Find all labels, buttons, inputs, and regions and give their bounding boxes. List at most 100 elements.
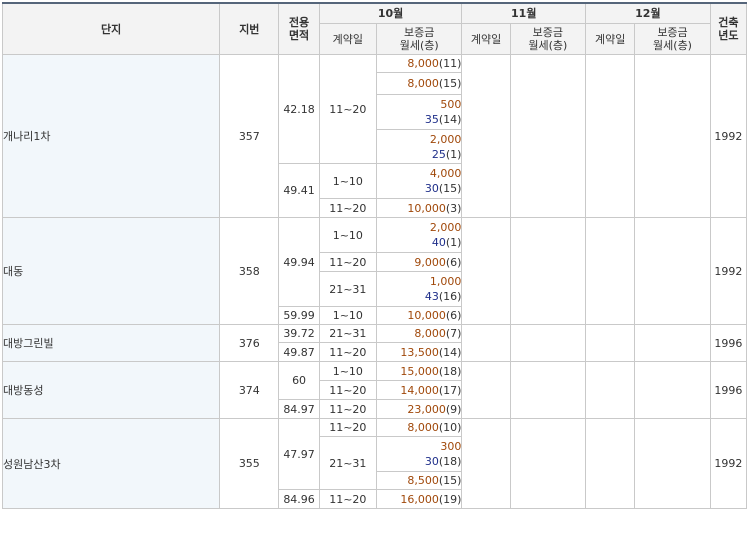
floor-number: (19) <box>438 492 462 506</box>
monthly-rent: 35 <box>424 113 439 126</box>
floor-number: (6) <box>445 309 462 322</box>
table-row: 개나리1차 357 42.18 11~20 8,000(11) 1992 <box>1 54 748 218</box>
empty-deposit-rent-cell-12 <box>634 217 711 325</box>
floor-number: (1) <box>445 147 462 161</box>
deposit-rent-cell: 10,000(3) <box>375 198 463 218</box>
contract-date-cell: 21~31 <box>318 271 377 307</box>
floor-number: (1) <box>445 236 462 249</box>
built-year-cell: 1996 <box>709 324 748 362</box>
deposit-rent-cell: 23,000(9) <box>375 399 463 419</box>
deposit-amount: 15,000 <box>400 364 439 378</box>
floor-number: (14) <box>438 113 462 126</box>
deposit-amount: 300 <box>440 440 462 453</box>
deposit-line: 8,000(7) <box>377 326 461 341</box>
table-row: 대동 358 49.94 1~10 2,000 40(1) 1992 <box>1 217 748 325</box>
area-cell: 42.18 <box>278 54 320 164</box>
contract-date-cell: 11~20 <box>318 198 377 218</box>
deposit-amount: 14,000 <box>400 383 439 397</box>
monthly-rent: 30 <box>424 455 439 468</box>
deposit-rent-cell: 8,000(15) <box>375 72 463 95</box>
deposit-rent-cell: 500 35(14) <box>375 94 463 130</box>
area-cell: 84.97 <box>278 399 320 419</box>
lot-number-cell: 358 <box>219 217 280 325</box>
lot-number-cell: 374 <box>219 361 280 419</box>
col-header-deposit-rent-11: 보증금 월세(층) <box>509 23 587 55</box>
area-cell: 49.94 <box>278 217 320 307</box>
contract-date-cell: 11~20 <box>318 342 377 362</box>
deposit-amount: 8,000 <box>414 327 446 340</box>
floor-number: (16) <box>438 290 462 303</box>
floor-number: (18) <box>438 455 462 468</box>
table-row: 대방동성 374 60 1~10 15,000(18) 1996 <box>1 361 748 419</box>
rent-line: 35(14) <box>377 112 462 127</box>
col-header-month-11: 11월 <box>461 2 587 24</box>
deposit-amount: 10,000 <box>407 201 446 215</box>
col-header-month-12: 12월 <box>585 2 711 24</box>
contract-date-cell: 11~20 <box>318 252 377 272</box>
rent-line: 30(15) <box>377 181 462 196</box>
lot-number-cell: 355 <box>219 418 280 509</box>
deposit-amount: 8,000 <box>407 77 439 90</box>
contract-date-cell: 11~20 <box>318 380 377 400</box>
deposit-line: 15,000(18) <box>377 364 461 379</box>
col-header-deposit-rent-12: 보증금 월세(층) <box>634 23 711 55</box>
contract-date-cell: 11~20 <box>318 399 377 419</box>
deposit-line: 13,500(14) <box>377 345 461 360</box>
empty-deposit-rent-cell-12 <box>634 361 711 419</box>
area-cell: 59.99 <box>278 306 320 325</box>
built-year-cell: 1992 <box>709 418 748 509</box>
monthly-rent: 25 <box>431 147 446 161</box>
monthly-rent: 40 <box>431 236 446 249</box>
rent-line: 25(1) <box>377 147 462 162</box>
deposit-rent-cell: 8,000(7) <box>375 324 463 343</box>
deposit-rent-cell: 4,000 30(15) <box>375 163 463 199</box>
deposit-amount: 16,000 <box>400 492 439 506</box>
deposit-rent-cell: 14,000(17) <box>375 380 463 400</box>
deposit-rent-cell: 8,000(10) <box>375 418 463 437</box>
floor-number: (11) <box>438 57 462 70</box>
deposit-line: 10,000(6) <box>377 308 461 323</box>
col-header-deposit-rent-10: 보증금 월세(층) <box>375 23 463 55</box>
empty-contract-date-cell-11 <box>461 361 511 419</box>
floor-number: (10) <box>438 421 462 434</box>
empty-contract-date-cell-11 <box>461 324 511 362</box>
table-row: 대방그린빌 376 39.72 21~31 8,000(7) 1996 <box>1 324 748 362</box>
floor-number: (7) <box>445 327 462 340</box>
empty-contract-date-cell-11 <box>461 217 511 325</box>
complex-name-cell: 대방동성 <box>1 361 221 419</box>
area-cell: 47.97 <box>278 418 320 490</box>
contract-date-cell: 1~10 <box>318 361 377 381</box>
empty-contract-date-cell-12 <box>585 217 636 325</box>
empty-contract-date-cell-12 <box>585 324 636 362</box>
lot-number-cell: 357 <box>219 54 280 218</box>
floor-number: (18) <box>438 364 462 378</box>
floor-number: (3) <box>445 201 462 215</box>
contract-date-cell: 1~10 <box>318 306 377 325</box>
deposit-amount: 9,000 <box>414 255 446 269</box>
deposit-line: 23,000(9) <box>377 402 461 417</box>
deposit-line: 8,500(15) <box>377 473 461 488</box>
floor-number: (15) <box>438 474 462 487</box>
deposit-rent-cell: 13,500(14) <box>375 342 463 362</box>
monthly-rent: 30 <box>424 182 439 195</box>
deposit-amount: 8,000 <box>407 57 439 70</box>
area-cell: 84.96 <box>278 489 320 509</box>
built-year-cell: 1992 <box>709 217 748 325</box>
deposit-rent-cell: 2,000 25(1) <box>375 129 463 164</box>
complex-name-cell: 개나리1차 <box>1 54 221 218</box>
rent-transactions-table: 단지 지번 전용 면적 10월 11월 12월 건축 년도 계약일 보증금 월세… <box>1 2 748 509</box>
deposit-amount: 500 <box>440 98 462 111</box>
empty-deposit-rent-cell-11 <box>509 217 587 325</box>
contract-date-cell: 1~10 <box>318 217 377 253</box>
floor-number: (15) <box>438 77 462 90</box>
area-cell: 60 <box>278 361 320 400</box>
complex-name-cell: 대방그린빌 <box>1 324 221 362</box>
area-cell: 39.72 <box>278 324 320 343</box>
floor-number: (17) <box>438 383 462 397</box>
deposit-amount: 10,000 <box>407 309 446 322</box>
deposit-amount: 8,000 <box>407 421 439 434</box>
rent-line: 40(1) <box>377 235 462 250</box>
col-header-area: 전용 면적 <box>278 2 320 55</box>
deposit-amount: 23,000 <box>407 402 446 416</box>
empty-deposit-rent-cell-11 <box>509 361 587 419</box>
